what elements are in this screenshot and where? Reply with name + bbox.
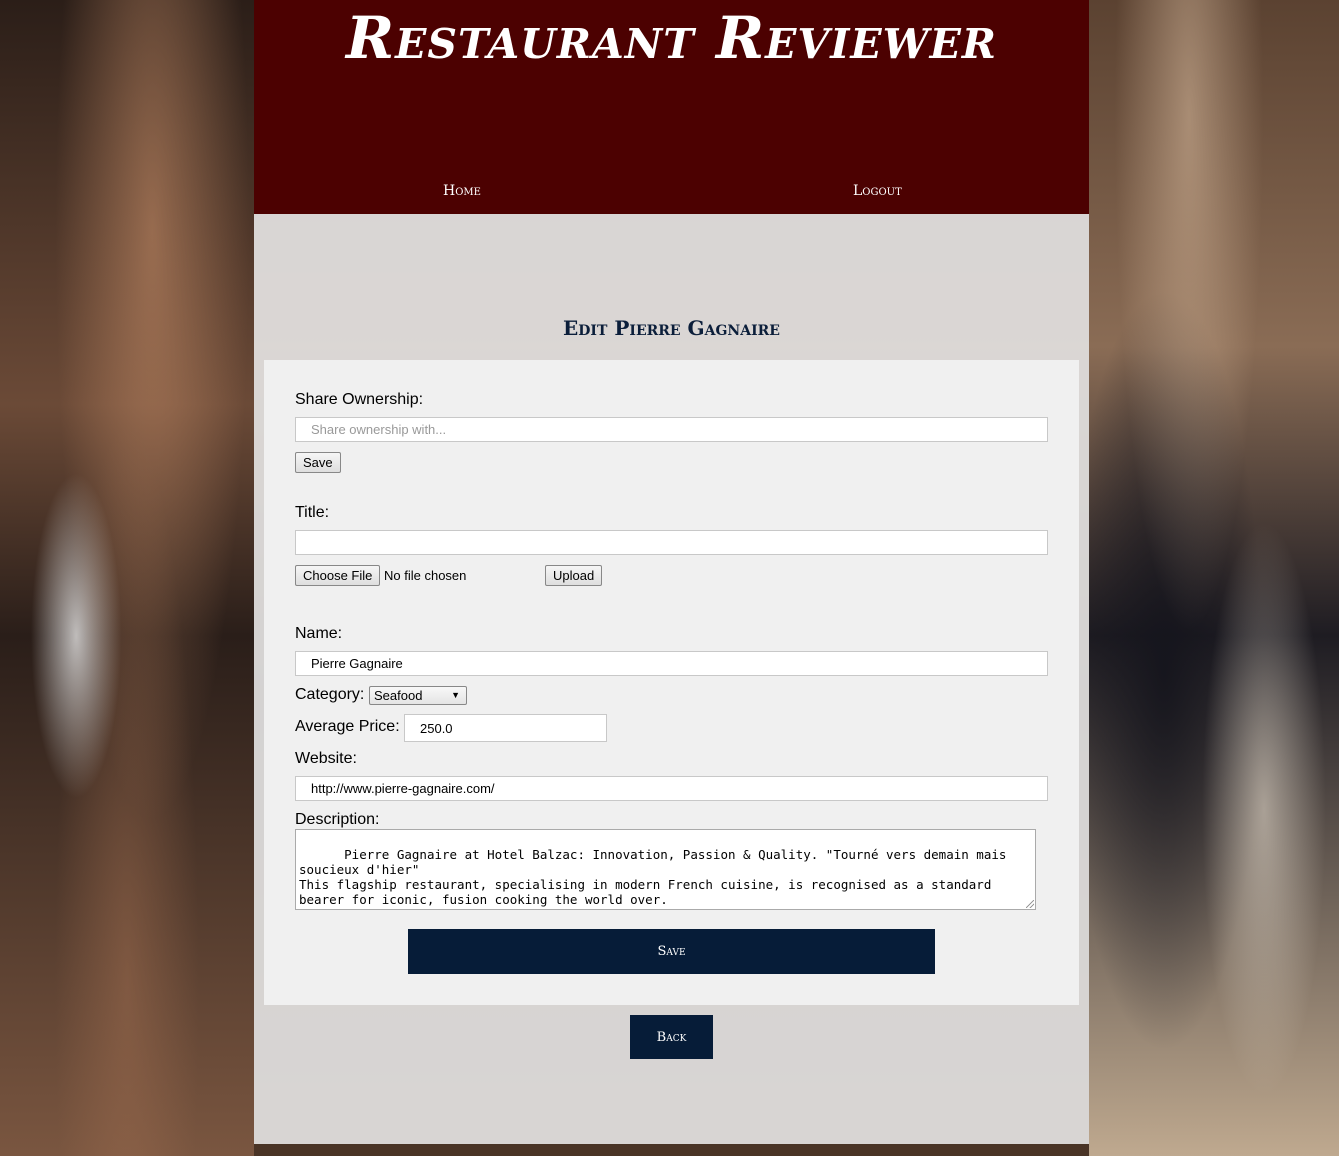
average-price-input[interactable] [404,714,607,742]
edit-restaurant-form: Share Ownership: Save Title: Choose File… [264,360,1079,1005]
page-title: Edit Pierre Gagnaire [563,316,780,340]
category-selected-value: Seafood [374,688,423,703]
page-container: Restaurant Reviewer Home Logout Edit Pie… [254,0,1089,1144]
brand-logo: Restaurant Reviewer [345,4,998,72]
site-header: Restaurant Reviewer Home Logout [254,0,1089,214]
title-label: Title: [295,504,330,521]
nav-logout-link[interactable]: Logout [853,183,902,199]
name-input[interactable] [295,651,1048,676]
share-ownership-label: Share Ownership: [295,391,424,408]
name-label: Name: [295,625,343,642]
description-textarea[interactable]: Pierre Gagnaire at Hotel Balzac: Innovat… [295,829,1036,910]
save-restaurant-button[interactable]: Save [408,929,935,974]
main-nav: Home Logout [254,180,1089,204]
choose-file-button[interactable]: Choose File [295,565,381,586]
title-input[interactable] [295,530,1048,555]
nav-home-link[interactable]: Home [443,183,481,199]
category-select[interactable]: Seafood ▼ [369,686,467,705]
description-label: Description: [295,811,380,828]
description-text: Pierre Gagnaire at Hotel Balzac: Innovat… [299,847,1007,907]
upload-button[interactable]: Upload [545,565,603,586]
share-ownership-input[interactable] [295,417,1048,442]
dropdown-arrow-icon: ▼ [451,690,460,700]
file-status-text: No file chosen [384,568,467,583]
background-photo-left [0,0,254,1156]
average-price-label: Average Price: [295,718,400,735]
share-save-button[interactable]: Save [295,452,341,473]
back-button[interactable]: Back [630,1015,713,1059]
website-input[interactable] [295,776,1048,801]
background-photo-right [1089,0,1339,1156]
category-label: Category: [295,686,365,703]
resize-grip-icon[interactable] [1026,900,1034,908]
website-label: Website: [295,750,357,767]
